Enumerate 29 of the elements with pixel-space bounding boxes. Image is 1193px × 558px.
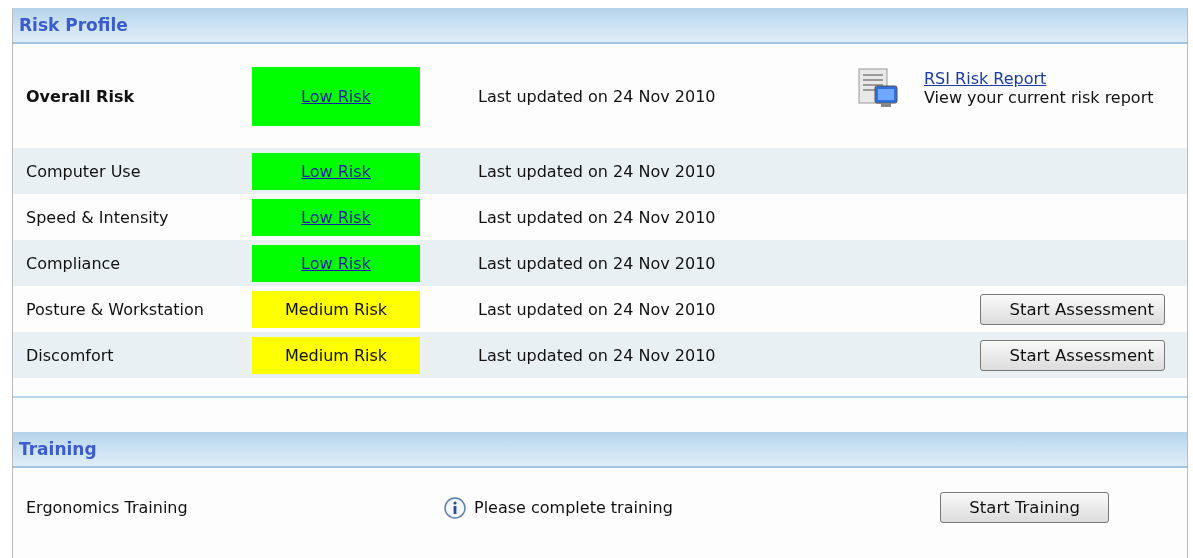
- report-description: View your current risk report: [924, 88, 1154, 107]
- info-icon: [444, 496, 466, 519]
- last-updated: Last updated on 24 Nov 2010: [477, 207, 717, 227]
- category-label: Compliance: [26, 253, 122, 273]
- last-updated: Last updated on 24 Nov 2010: [477, 253, 717, 273]
- training-status: Please complete training: [474, 498, 673, 517]
- last-updated: Last updated on 24 Nov 2010: [477, 161, 717, 181]
- training-label: Ergonomics Training: [26, 498, 189, 517]
- category-label: Speed & Intensity: [26, 207, 170, 227]
- last-updated: Last updated on 24 Nov 2010: [477, 86, 717, 106]
- risk-link[interactable]: Low Risk: [301, 161, 371, 181]
- report-monitor-icon: [856, 66, 900, 110]
- risk-label: Medium Risk: [284, 345, 388, 365]
- section-title: Training: [19, 439, 97, 459]
- category-label: Discomfort: [26, 345, 115, 365]
- risk-label: Medium Risk: [284, 299, 388, 319]
- category-label: Computer Use: [26, 161, 142, 181]
- start-button[interactable]: Start Assessment: [980, 293, 1165, 325]
- risk-link[interactable]: Low Risk: [301, 86, 371, 106]
- category-label: Posture & Workstation: [26, 299, 205, 319]
- start-button[interactable]: Start Training: [940, 492, 1109, 523]
- start-button[interactable]: Start Assessment: [980, 339, 1165, 371]
- category-label: Overall Risk: [26, 86, 136, 106]
- last-updated: Last updated on 24 Nov 2010: [477, 299, 717, 319]
- section-title: Risk Profile: [19, 15, 128, 35]
- report-link[interactable]: RSI Risk Report: [924, 69, 1154, 88]
- risk-link[interactable]: Low Risk: [301, 253, 371, 273]
- risk-link[interactable]: Low Risk: [301, 207, 371, 227]
- last-updated: Last updated on 24 Nov 2010: [477, 345, 717, 365]
